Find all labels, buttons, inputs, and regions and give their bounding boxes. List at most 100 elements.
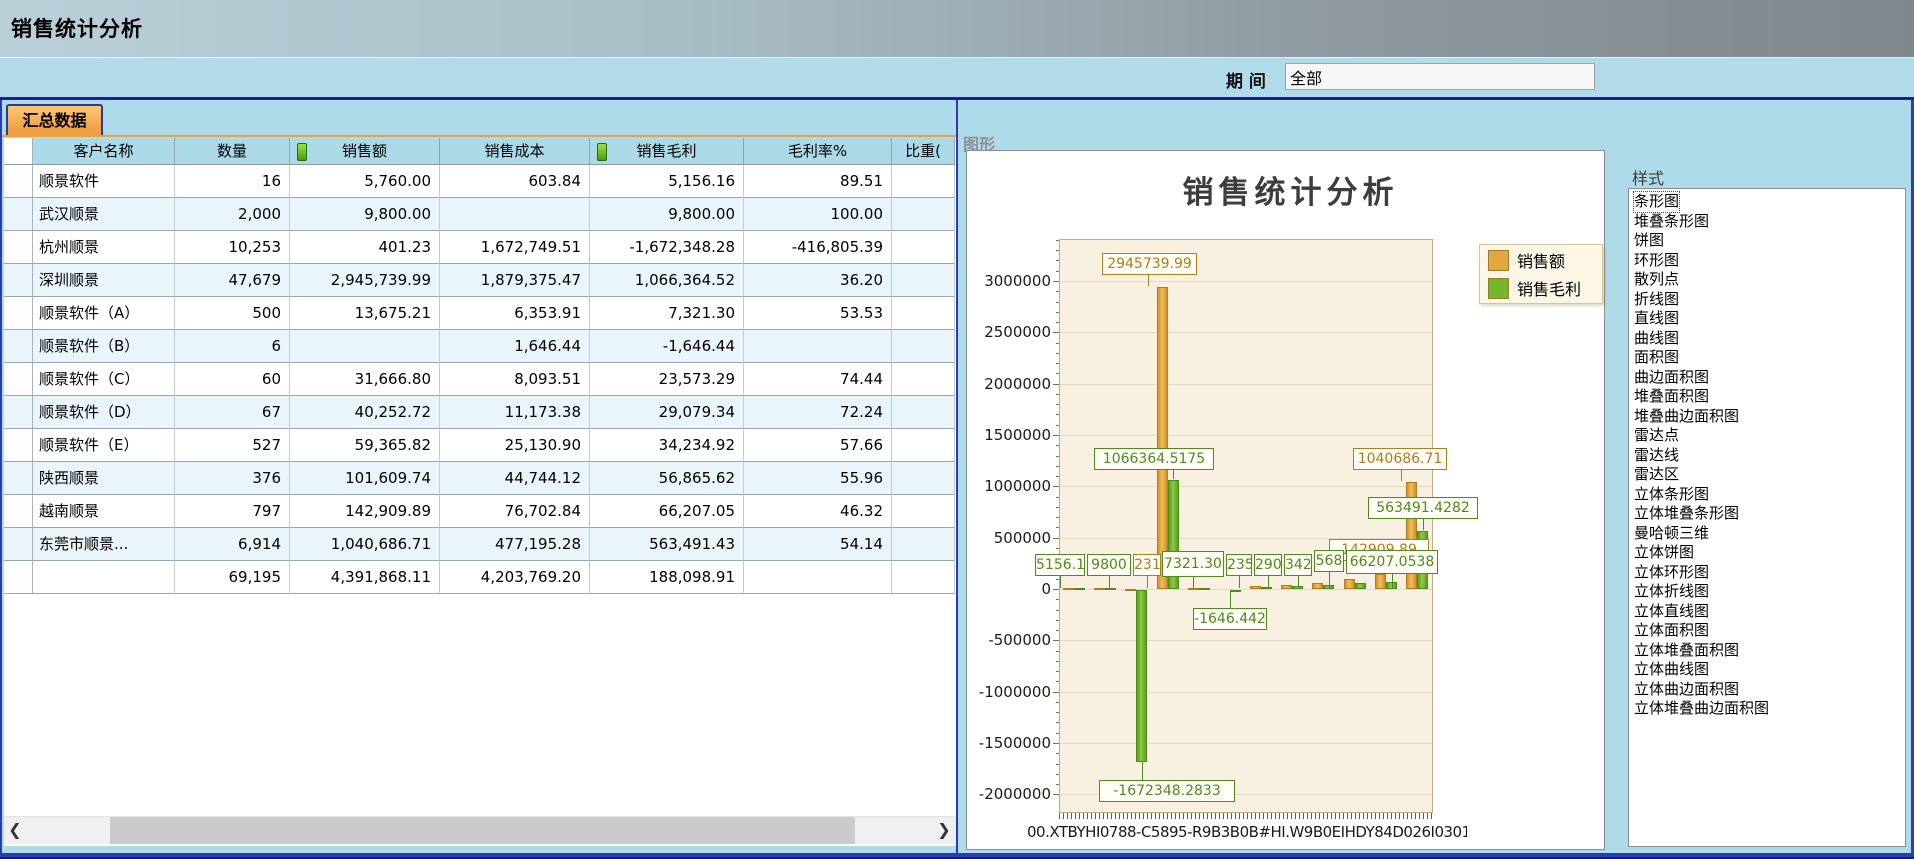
annotation-connector	[1109, 575, 1110, 588]
y-axis-minor-tick	[1056, 620, 1059, 621]
style-list-item[interactable]: 堆叠曲边面积图	[1634, 407, 1905, 427]
table-row[interactable]: 武汉顺景2,0009,800.009,800.00100.00	[4, 198, 957, 231]
x-axis-tick	[1195, 813, 1196, 819]
y-axis-minor-tick	[1056, 394, 1059, 395]
style-list-item[interactable]: 立体曲线图	[1634, 660, 1905, 680]
table-row[interactable]: 顺景软件（E）52759,365.8225,130.9034,234.9257.…	[4, 429, 957, 462]
x-axis-tick	[1207, 813, 1208, 819]
profit-bar	[1261, 587, 1272, 589]
y-axis-minor-tick	[1056, 466, 1059, 467]
table-cell: 500	[175, 297, 290, 330]
x-axis-tick	[1215, 813, 1216, 819]
style-list-item[interactable]: 立体环形图	[1634, 563, 1905, 583]
summary-table: 客户名称数量销售额销售成本销售毛利毛利率%比重(顺景软件165,760.0060…	[4, 138, 957, 594]
table-total-row[interactable]: 69,1954,391,868.114,203,769.20188,098.91	[4, 561, 957, 594]
style-list-item[interactable]: 饼图	[1634, 231, 1905, 251]
style-list-item[interactable]: 立体堆叠条形图	[1634, 504, 1905, 524]
table-header-cell[interactable]: 销售毛利	[590, 138, 744, 165]
scrollbar-thumb[interactable]	[110, 817, 855, 844]
sales-bar	[1312, 583, 1323, 589]
table-cell	[892, 429, 955, 462]
x-axis-tick	[1191, 813, 1192, 819]
period-input[interactable]	[1285, 63, 1595, 90]
y-axis-minor-tick	[1056, 579, 1059, 580]
style-list-item[interactable]: 立体面积图	[1634, 621, 1905, 641]
table-cell: 101,609.74	[290, 462, 440, 495]
table-cell: 5,156.16	[590, 165, 744, 198]
table-cell	[892, 528, 955, 561]
table-row[interactable]: 顺景软件165,760.00603.845,156.1689.51	[4, 165, 957, 198]
x-axis-tick	[1071, 813, 1072, 819]
horizontal-scrollbar[interactable]: ❮ ❯	[4, 816, 957, 844]
table-header-cell[interactable]: 销售成本	[440, 138, 590, 165]
table-cell	[744, 330, 892, 363]
table-row[interactable]: 深圳顺景47,6792,945,739.991,879,375.471,066,…	[4, 264, 957, 297]
style-list-item[interactable]: 雷达线	[1634, 446, 1905, 466]
table-cell: 4,391,868.11	[290, 561, 440, 594]
table-cell	[290, 330, 440, 363]
scroll-left-arrow-icon[interactable]: ❮	[4, 817, 26, 844]
sales-bar	[1281, 585, 1292, 589]
style-list-item[interactable]: 折线图	[1634, 290, 1905, 310]
x-axis-tick	[1127, 813, 1128, 819]
table-header-cell[interactable]: 销售额	[290, 138, 440, 165]
style-list-item[interactable]: 雷达点	[1634, 426, 1905, 446]
y-axis-minor-tick	[1056, 497, 1059, 498]
y-axis-label: 3000000	[967, 272, 1051, 290]
x-axis-tick	[1411, 813, 1412, 819]
table-header-cell[interactable]: 比重(	[892, 138, 955, 165]
style-list-item[interactable]: 条形图	[1634, 192, 1679, 212]
style-list-item[interactable]: 立体饼图	[1634, 543, 1905, 563]
table-row[interactable]: 杭州顺景10,253401.231,672,749.51-1,672,348.2…	[4, 231, 957, 264]
table-cell: 7,321.30	[590, 297, 744, 330]
table-cell: 142,909.89	[290, 495, 440, 528]
style-list-item[interactable]: 立体条形图	[1634, 485, 1905, 505]
table-row[interactable]: 顺景软件（C）6031,666.808,093.5123,573.2974.44	[4, 363, 957, 396]
table-row[interactable]: 顺景软件（D）6740,252.7211,173.3829,079.3472.2…	[4, 396, 957, 429]
style-list-item[interactable]: 曲线图	[1634, 329, 1905, 349]
style-list-item[interactable]: 雷达区	[1634, 465, 1905, 485]
style-list-item[interactable]: 面积图	[1634, 348, 1905, 368]
sales-swatch-icon	[1488, 250, 1509, 271]
x-axis-tick	[1387, 813, 1388, 819]
y-axis-label: 1000000	[967, 477, 1051, 495]
x-axis-tick	[1115, 813, 1116, 819]
style-list-item[interactable]: 堆叠面积图	[1634, 387, 1905, 407]
table-row[interactable]: 陕西顺景376101,609.7444,744.1256,865.6255.96	[4, 462, 957, 495]
annotation: 7321.30	[1162, 551, 1224, 577]
style-list-item[interactable]: 立体堆叠曲边面积图	[1634, 699, 1905, 719]
style-list-item[interactable]: 堆叠条形图	[1634, 212, 1905, 232]
x-axis-tick	[1139, 813, 1140, 819]
table-header-cell[interactable]: 数量	[175, 138, 290, 165]
style-list-item[interactable]: 散列点	[1634, 270, 1905, 290]
style-list-item[interactable]: 立体曲边面积图	[1634, 680, 1905, 700]
y-axis-minor-tick	[1056, 302, 1059, 303]
chart-style-listbox[interactable]: 条形图堆叠条形图饼图环形图散列点折线图直线图曲线图面积图曲边面积图堆叠面积图堆叠…	[1628, 188, 1906, 847]
table-row[interactable]: 顺景软件（A）50013,675.216,353.917,321.3053.53	[4, 297, 957, 330]
y-axis-minor-tick	[1056, 445, 1059, 446]
table-row[interactable]: 东莞市顺景...6,9141,040,686.71477,195.28563,4…	[4, 528, 957, 561]
table-row[interactable]: 顺景软件（B）61,646.44-1,646.44	[4, 330, 957, 363]
style-list-item[interactable]: 曼哈顿三维	[1634, 524, 1905, 544]
style-list-item[interactable]: 环形图	[1634, 251, 1905, 271]
x-axis-tick	[1123, 813, 1124, 819]
x-axis-tick	[1283, 813, 1284, 819]
style-list-item[interactable]: 直线图	[1634, 309, 1905, 329]
y-axis-minor-tick	[1056, 651, 1059, 652]
x-axis-tick	[1291, 813, 1292, 819]
x-axis-tick	[1155, 813, 1156, 819]
chart-legend: 销售额 销售毛利	[1479, 244, 1603, 304]
table-cell	[892, 462, 955, 495]
table-cell: 陕西顺景	[33, 462, 175, 495]
x-axis-tick	[1323, 813, 1324, 819]
scroll-right-arrow-icon[interactable]: ❯	[933, 817, 955, 844]
style-list-item[interactable]: 立体折线图	[1634, 582, 1905, 602]
summary-table-panel: 客户名称数量销售额销售成本销售毛利毛利率%比重(顺景软件165,760.0060…	[4, 138, 957, 846]
style-list-item[interactable]: 立体直线图	[1634, 602, 1905, 622]
style-list-item[interactable]: 曲边面积图	[1634, 368, 1905, 388]
table-row[interactable]: 越南顺景797142,909.8976,702.8466,207.0546.32	[4, 495, 957, 528]
table-header-cell[interactable]: 客户名称	[33, 138, 175, 165]
style-list-item[interactable]: 立体堆叠面积图	[1634, 641, 1905, 661]
tab-summary-data[interactable]: 汇总数据	[6, 104, 103, 137]
table-header-cell[interactable]: 毛利率%	[744, 138, 892, 165]
